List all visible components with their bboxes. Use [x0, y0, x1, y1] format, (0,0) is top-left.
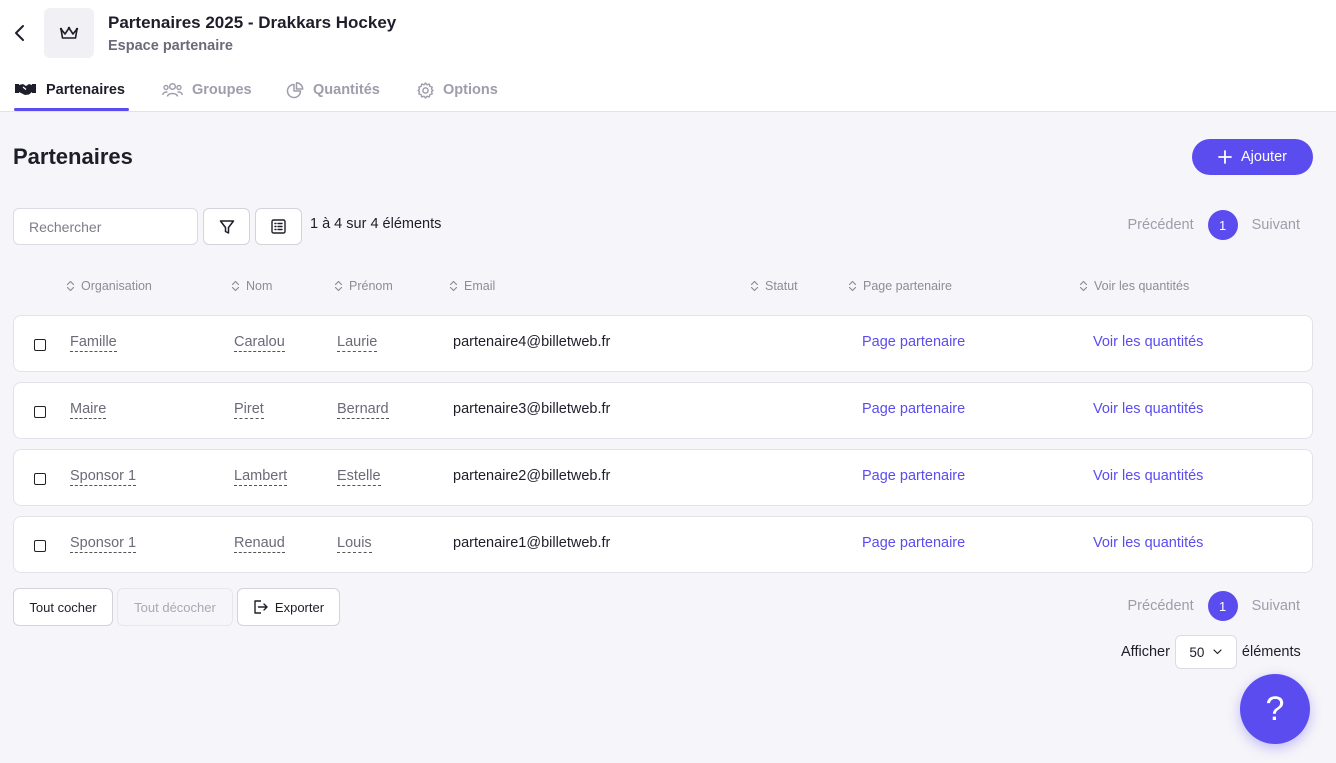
table-grid-icon [271, 219, 286, 234]
prev-page-link[interactable]: Précédent [1128, 598, 1194, 614]
page-partenaire-link[interactable]: Page partenaire [862, 468, 965, 484]
back-button[interactable] [10, 22, 30, 44]
tab-label: Groupes [192, 82, 252, 98]
email-cell: partenaire4@billetweb.fr [453, 334, 611, 350]
crown-icon [59, 26, 79, 39]
prenom-cell[interactable]: Laurie [337, 334, 378, 352]
check-all-button[interactable]: Tout cocher [13, 588, 113, 626]
per-page-control: Afficher 50 éléments [1121, 635, 1301, 669]
app-header: Partenaires 2025 - Drakkars Hockey Espac… [0, 0, 1336, 112]
page-partenaire-link[interactable]: Page partenaire [862, 535, 965, 551]
tab-partenaires[interactable]: Partenaires [14, 76, 129, 111]
prenom-cell[interactable]: Bernard [337, 401, 389, 419]
handshake-icon [15, 84, 36, 95]
columns-button[interactable] [255, 208, 302, 245]
row-checkbox[interactable] [34, 339, 46, 351]
uncheck-all-button[interactable]: Tout décocher [117, 588, 233, 626]
tab-quantites[interactable]: Quantités [286, 76, 380, 111]
page-number[interactable]: 1 [1207, 591, 1238, 621]
page-number[interactable]: 1 [1207, 210, 1238, 240]
sort-icon [66, 280, 75, 292]
filter-icon [219, 219, 234, 234]
add-button-label: Ajouter [1241, 149, 1287, 165]
page-partenaire-link[interactable]: Page partenaire [862, 334, 965, 350]
pagination-bottom: Précédent 1 Suivant [1128, 591, 1300, 621]
voir-quantites-link[interactable]: Voir les quantités [1093, 401, 1203, 417]
column-header-page-partenaire[interactable]: Page partenaire [848, 279, 952, 293]
users-icon [162, 82, 183, 97]
sort-icon [231, 280, 240, 292]
page-header-subtitle: Espace partenaire [108, 38, 233, 54]
help-button[interactable]: ? [1240, 674, 1310, 744]
table-row: Sponsor 1 Renaud Louis partenaire1@bille… [13, 516, 1313, 573]
app-icon [44, 8, 94, 58]
add-partner-button[interactable]: Ajouter [1192, 139, 1313, 175]
pie-chart-icon [286, 82, 304, 99]
voir-quantites-link[interactable]: Voir les quantités [1093, 535, 1203, 551]
column-header-voir-quantites[interactable]: Voir les quantités [1079, 279, 1189, 293]
nom-cell[interactable]: Piret [234, 401, 264, 419]
row-checkbox[interactable] [34, 406, 46, 418]
column-header-prenom[interactable]: Prénom [334, 279, 393, 293]
per-page-suffix: éléments [1241, 644, 1301, 660]
table-row: Maire Piret Bernard partenaire3@billetwe… [13, 382, 1313, 439]
table-row: Sponsor 1 Lambert Estelle partenaire2@bi… [13, 449, 1313, 506]
tab-options[interactable]: Options [417, 76, 498, 111]
export-label: Exporter [274, 599, 325, 615]
column-header-statut[interactable]: Statut [750, 279, 798, 293]
prenom-cell[interactable]: Estelle [337, 468, 381, 486]
nom-cell[interactable]: Caralou [234, 334, 285, 352]
chevron-down-icon [1213, 649, 1223, 655]
organisation-cell[interactable]: Maire [70, 401, 107, 419]
page-title: Partenaires [13, 144, 133, 169]
column-header-nom[interactable]: Nom [231, 279, 272, 293]
chevron-left-icon [15, 25, 24, 41]
search-input[interactable] [13, 208, 198, 245]
tab-label: Partenaires [46, 82, 125, 98]
email-cell: partenaire2@billetweb.fr [453, 468, 611, 484]
next-page-link[interactable]: Suivant [1252, 598, 1300, 614]
prenom-cell[interactable]: Louis [337, 535, 372, 553]
organisation-cell[interactable]: Famille [70, 334, 117, 352]
export-icon [254, 600, 268, 614]
organisation-cell[interactable]: Sponsor 1 [70, 468, 137, 486]
nom-cell[interactable]: Renaud [234, 535, 285, 553]
pagination-top: Précédent 1 Suivant [1128, 210, 1300, 240]
tab-groupes[interactable]: Groupes [162, 76, 252, 111]
sort-icon [848, 280, 857, 292]
column-header-organisation[interactable]: Organisation [66, 279, 152, 293]
tab-label: Quantités [313, 82, 380, 98]
sort-icon [1079, 280, 1088, 292]
per-page-label: Afficher [1121, 644, 1170, 660]
plus-icon [1218, 150, 1232, 164]
export-button[interactable]: Exporter [237, 588, 340, 626]
per-page-select[interactable]: 50 [1174, 635, 1237, 669]
voir-quantites-link[interactable]: Voir les quantités [1093, 468, 1203, 484]
nom-cell[interactable]: Lambert [234, 468, 288, 486]
tab-label: Options [443, 82, 498, 98]
sort-icon [449, 280, 458, 292]
row-checkbox[interactable] [34, 473, 46, 485]
email-cell: partenaire1@billetweb.fr [453, 535, 611, 551]
sort-icon [334, 280, 343, 292]
organisation-cell[interactable]: Sponsor 1 [70, 535, 137, 553]
page-partenaire-link[interactable]: Page partenaire [862, 401, 965, 417]
per-page-value: 50 [1189, 644, 1205, 660]
filter-button[interactable] [203, 208, 250, 245]
next-page-link[interactable]: Suivant [1252, 217, 1300, 233]
row-checkbox[interactable] [34, 540, 46, 552]
table-row: Famille Caralou Laurie partenaire4@bille… [13, 315, 1313, 372]
sort-icon [750, 280, 759, 292]
prev-page-link[interactable]: Précédent [1128, 217, 1194, 233]
page-header-title: Partenaires 2025 - Drakkars Hockey [108, 13, 397, 32]
voir-quantites-link[interactable]: Voir les quantités [1093, 334, 1203, 350]
column-header-email[interactable]: Email [449, 279, 495, 293]
results-count: 1 à 4 sur 4 éléments [310, 216, 442, 232]
tab-bar: Partenaires Groupes Quantités Options [0, 76, 700, 112]
email-cell: partenaire3@billetweb.fr [453, 401, 611, 417]
gear-icon [417, 82, 434, 99]
